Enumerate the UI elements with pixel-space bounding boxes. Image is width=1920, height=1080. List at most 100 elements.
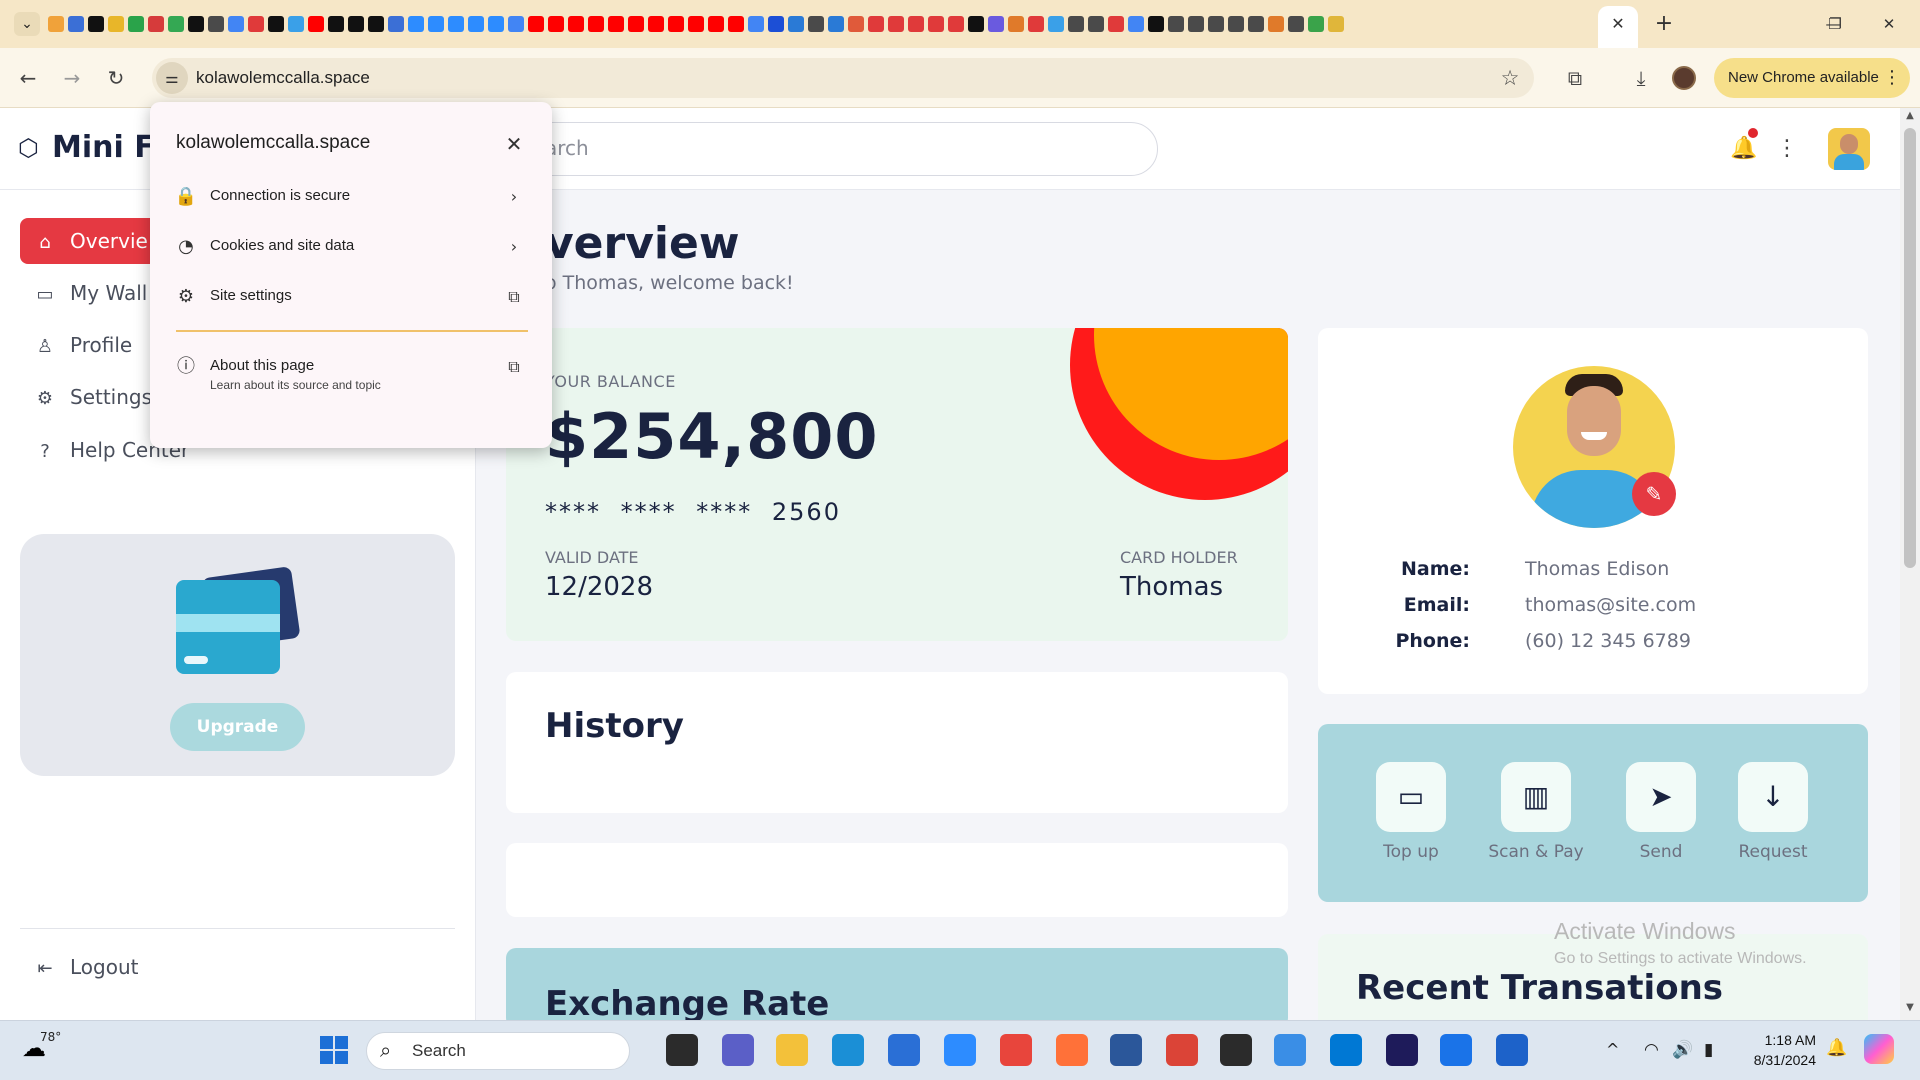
taskbar-search-box[interactable] — [366, 1032, 630, 1070]
pinned-tab-favicon-icon[interactable] — [1108, 16, 1124, 32]
word-icon[interactable] — [1110, 1034, 1142, 1066]
pinned-tab-favicon-icon[interactable] — [508, 16, 524, 32]
browser-profile-avatar[interactable] — [1672, 66, 1696, 90]
popup-close-icon[interactable]: ✕ — [500, 130, 528, 158]
vscode-icon[interactable] — [1330, 1034, 1362, 1066]
pinned-tab-favicon-icon[interactable] — [68, 16, 84, 32]
pinned-tab-favicon-icon[interactable] — [148, 16, 164, 32]
tab-close-icon[interactable]: ✕ — [1608, 12, 1628, 36]
pinned-tab-favicon-icon[interactable] — [568, 16, 584, 32]
pinned-tab-favicon-icon[interactable] — [1308, 16, 1324, 32]
pinned-tab-favicon-icon[interactable] — [1268, 16, 1284, 32]
wifi-icon[interactable]: ◠ — [1644, 1040, 1659, 1060]
pinned-tab-favicon-icon[interactable] — [1128, 16, 1144, 32]
pinned-tab-favicon-icon[interactable] — [808, 16, 824, 32]
bookmark-star-icon[interactable]: ☆ — [1496, 64, 1524, 92]
pinned-tab-favicon-icon[interactable] — [368, 16, 384, 32]
pinned-tab-favicon-icon[interactable] — [768, 16, 784, 32]
scan-pay-button[interactable]: ▥ — [1501, 762, 1571, 832]
pinned-tab-favicon-icon[interactable] — [1168, 16, 1184, 32]
pinned-tab-favicon-icon[interactable] — [548, 16, 564, 32]
file-explorer-icon[interactable] — [776, 1034, 808, 1066]
defender-icon[interactable] — [1496, 1034, 1528, 1066]
pinned-tab-favicon-icon[interactable] — [488, 16, 504, 32]
reload-button[interactable]: ↻ — [100, 64, 132, 92]
close-window-button[interactable]: ✕ — [1866, 10, 1912, 38]
pinned-tab-favicon-icon[interactable] — [708, 16, 724, 32]
url-text[interactable]: kolawolemccalla.space — [196, 68, 370, 88]
pinned-tab-favicon-icon[interactable] — [288, 16, 304, 32]
connection-secure-row[interactable]: 🔒 Connection is secure › — [150, 172, 552, 222]
upgrade-button[interactable]: Upgrade — [170, 703, 305, 751]
pinned-tab-favicon-icon[interactable] — [968, 16, 984, 32]
back-button[interactable]: ← — [12, 64, 44, 92]
chrome-icon[interactable] — [1000, 1034, 1032, 1066]
pinned-tab-favicon-icon[interactable] — [788, 16, 804, 32]
request-button[interactable]: ↓ — [1738, 762, 1808, 832]
notepad-icon[interactable] — [1274, 1034, 1306, 1066]
site-settings-row[interactable]: ⚙ Site settings ⧉ — [150, 272, 552, 322]
pinned-tab-favicon-icon[interactable] — [668, 16, 684, 32]
pinned-tab-favicon-icon[interactable] — [988, 16, 1004, 32]
pinned-tab-favicon-icon[interactable] — [908, 16, 924, 32]
pinned-tab-favicon-icon[interactable] — [388, 16, 404, 32]
firefox-icon[interactable] — [1056, 1034, 1088, 1066]
volume-icon[interactable]: 🔊 — [1672, 1040, 1693, 1060]
pinned-tab-favicon-icon[interactable] — [428, 16, 444, 32]
extensions-icon[interactable]: ⧉ — [1560, 64, 1590, 92]
pinned-tab-favicon-icon[interactable] — [948, 16, 964, 32]
scrollbar-thumb[interactable] — [1904, 128, 1916, 568]
file-manager-icon[interactable] — [666, 1034, 698, 1066]
minimize-button-alt[interactable] — [1770, 10, 1816, 38]
pinned-tab-favicon-icon[interactable] — [1148, 16, 1164, 32]
edge-icon[interactable] — [832, 1034, 864, 1066]
battery-icon[interactable]: ▮ — [1704, 1040, 1713, 1060]
pinned-tab-favicon-icon[interactable] — [848, 16, 864, 32]
more-options-icon[interactable]: ⋮ — [1776, 134, 1798, 164]
chrome-profile-icon[interactable] — [1166, 1034, 1198, 1066]
pinned-tab-favicon-icon[interactable] — [1048, 16, 1064, 32]
pinned-tab-favicon-icon[interactable] — [1188, 16, 1204, 32]
pinned-tab-favicon-icon[interactable] — [928, 16, 944, 32]
pinned-tab-favicon-icon[interactable] — [468, 16, 484, 32]
chrome-beta-icon[interactable] — [1440, 1034, 1472, 1066]
download-icon[interactable]: ⤓ — [1626, 64, 1656, 92]
pinned-tab-favicon-icon[interactable] — [1008, 16, 1024, 32]
logout-button[interactable]: ⇤ Logout — [20, 944, 460, 990]
pinned-tab-favicon-icon[interactable] — [308, 16, 324, 32]
start-windows-icon[interactable] — [320, 1036, 350, 1066]
pinned-tab-favicon-icon[interactable] — [528, 16, 544, 32]
edit-profile-button[interactable]: ✎ — [1632, 472, 1676, 516]
pinned-tab-favicon-icon[interactable] — [888, 16, 904, 32]
pinned-tab-favicon-icon[interactable] — [228, 16, 244, 32]
pinned-tab-favicon-icon[interactable] — [728, 16, 744, 32]
pinned-tab-favicon-icon[interactable] — [648, 16, 664, 32]
pinned-tab-favicon-icon[interactable] — [868, 16, 884, 32]
new-tab-button[interactable]: + — [1650, 10, 1678, 38]
pinned-tab-favicon-icon[interactable] — [828, 16, 844, 32]
pinned-tab-favicon-icon[interactable] — [268, 16, 284, 32]
pinned-tab-favicon-icon[interactable] — [628, 16, 644, 32]
pinned-tab-favicon-icon[interactable] — [588, 16, 604, 32]
pinned-tab-favicon-icon[interactable] — [168, 16, 184, 32]
restore-button[interactable]: ❐ — [1812, 10, 1858, 38]
pinned-tab-favicon-icon[interactable] — [1208, 16, 1224, 32]
pinned-tab-favicon-icon[interactable] — [1028, 16, 1044, 32]
clock-time[interactable]: 1:18 AM — [1760, 1032, 1816, 1048]
pinned-tab-favicon-icon[interactable] — [128, 16, 144, 32]
pinned-tab-favicon-icon[interactable] — [1328, 16, 1344, 32]
pinned-tab-favicon-icon[interactable] — [208, 16, 224, 32]
user-avatar[interactable] — [1828, 128, 1870, 170]
pinned-tab-favicon-icon[interactable] — [248, 16, 264, 32]
cookies-site-data-row[interactable]: ◔ Cookies and site data › — [150, 222, 552, 272]
app-logo-text[interactable]: Mini Fi — [52, 130, 165, 165]
site-info-tune-icon[interactable]: ⚌ — [156, 62, 188, 94]
teams-icon[interactable] — [722, 1034, 754, 1066]
notification-bell-icon[interactable]: 🔔 — [1730, 134, 1757, 164]
pinned-tab-favicon-icon[interactable] — [448, 16, 464, 32]
pinned-tab-favicon-icon[interactable] — [88, 16, 104, 32]
about-this-page-row[interactable]: ⓘ About this page Learn about its source… — [150, 342, 552, 402]
terminal-icon[interactable] — [1220, 1034, 1252, 1066]
pinned-tab-favicon-icon[interactable] — [608, 16, 624, 32]
pinned-tab-favicon-icon[interactable] — [688, 16, 704, 32]
